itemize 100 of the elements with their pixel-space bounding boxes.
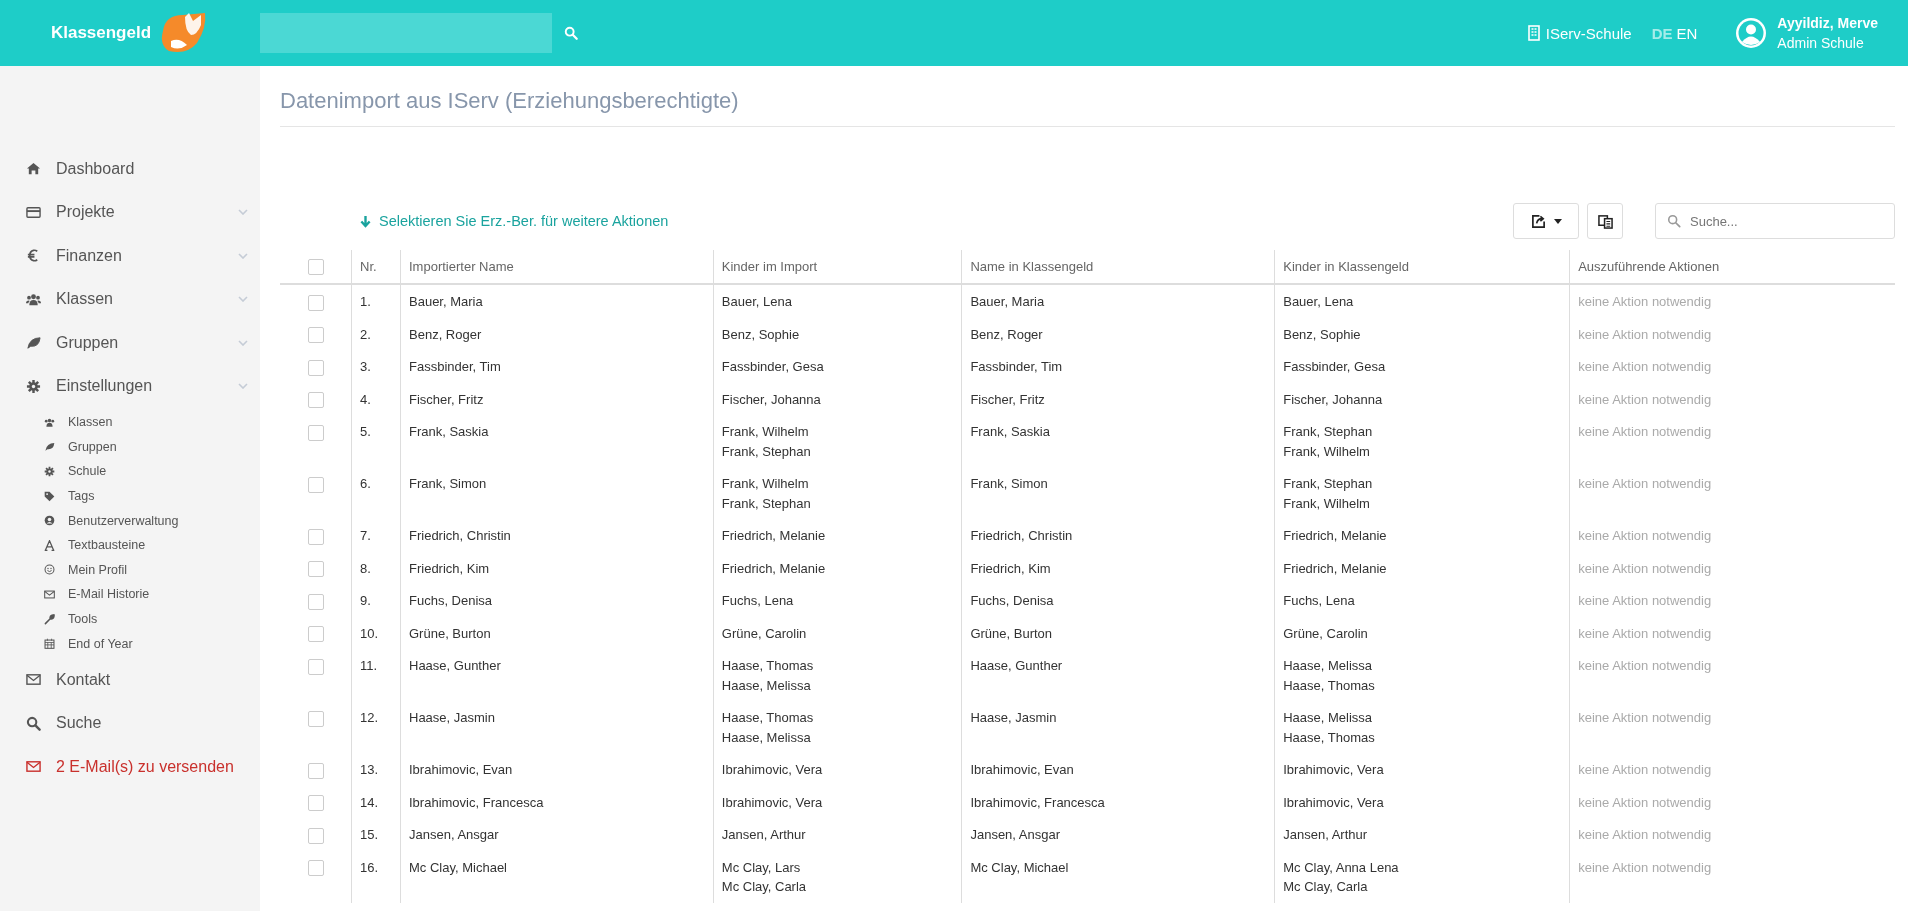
sidebar-item[interactable]: Gruppen: [0, 321, 260, 365]
klassengeld-name: Friedrich, Christin: [970, 528, 1073, 543]
child-name: Friedrich, Melanie: [1283, 528, 1387, 543]
imported-name: Bauer, Maria: [409, 294, 483, 309]
row-checkbox[interactable]: [307, 327, 324, 344]
row-number: 2.: [360, 326, 371, 342]
column-header[interactable]: Importierter Name: [409, 259, 514, 274]
action-text: keine Aktion notwendig: [1578, 762, 1712, 777]
row-checkbox[interactable]: [307, 476, 324, 493]
column-header[interactable]: Nr.: [360, 259, 377, 274]
sidebar-item[interactable]: Kontakt: [0, 657, 260, 702]
row-checkbox[interactable]: [307, 593, 324, 610]
imported-name: Ibrahimovic, Evan: [409, 762, 513, 777]
chevron-down-icon[interactable]: [238, 209, 248, 216]
action-text: keine Aktion notwendig: [1578, 326, 1712, 342]
submenu-item[interactable]: End of Year: [44, 631, 260, 656]
sidebar-item[interactable]: Finanzen: [0, 234, 260, 278]
select-all-checkbox[interactable]: [307, 258, 324, 275]
child-name: Fuchs, Lena: [1283, 593, 1355, 608]
child-name: Ibrahimovic, Vera: [721, 762, 823, 777]
submenu-item[interactable]: Klassen: [44, 410, 260, 435]
imported-name: Fassbinder, Tim: [409, 359, 501, 374]
child-name: Friedrich, Melanie: [1283, 560, 1387, 576]
child-name: Fischer, Johanna: [1283, 391, 1383, 407]
gear-icon: [26, 378, 41, 394]
sidebar-item[interactable]: 2 E-Mail(s) zu versenden: [0, 744, 260, 789]
sidebar-item[interactable]: Dashboard: [0, 147, 260, 191]
column-header[interactable]: Kinder im Import: [721, 259, 818, 274]
search-field[interactable]: [260, 13, 552, 53]
export-dropdown-button[interactable]: [1513, 203, 1579, 239]
row-checkbox[interactable]: [307, 795, 324, 812]
avatar-icon[interactable]: [1735, 17, 1768, 49]
submenu-item[interactable]: Schule: [44, 459, 260, 484]
row-checkbox[interactable]: [307, 359, 324, 376]
chevron-down-icon[interactable]: [238, 296, 248, 303]
child-name: Haase, Thomas: [721, 710, 814, 725]
row-checkbox[interactable]: [307, 626, 324, 643]
calendar-icon: [44, 638, 55, 650]
chevron-down-icon[interactable]: [238, 383, 248, 390]
row-checkbox[interactable]: [307, 710, 324, 727]
child-name: Fischer, Johanna: [721, 391, 821, 407]
home-icon: [26, 161, 41, 177]
row-checkbox[interactable]: [307, 528, 324, 545]
action-text: keine Aktion notwendig: [1578, 593, 1712, 608]
columns-toggle-button[interactable]: [1587, 203, 1623, 239]
column-header[interactable]: Name in Klassengeld: [970, 259, 1094, 274]
share-icon: [1530, 213, 1546, 229]
caret-icon: [1553, 218, 1562, 224]
sidebar-item[interactable]: Suche: [0, 701, 260, 745]
child-name: Frank, Wilhelm: [1283, 495, 1370, 511]
child-name: Frank, Wilhelm: [721, 476, 809, 491]
klassengeld-name: Jansen, Ansgar: [970, 827, 1061, 842]
row-checkbox[interactable]: [307, 424, 324, 441]
column-header[interactable]: Kinder in Klassengeld: [1283, 259, 1409, 274]
imported-name: Frank, Simon: [409, 476, 487, 491]
child-name: Haase, Thomas: [721, 658, 814, 673]
submenu-item[interactable]: Gruppen: [44, 434, 260, 460]
child-name: Frank, Stephan: [721, 495, 811, 511]
imported-name: Friedrich, Christin: [409, 528, 511, 543]
submenu-item[interactable]: Mein Profil: [44, 557, 260, 583]
action-text: keine Aktion notwendig: [1578, 424, 1712, 439]
action-text: keine Aktion notwendig: [1578, 294, 1712, 309]
chevron-down-icon[interactable]: [238, 339, 248, 346]
sidebar-item[interactable]: Projekte: [0, 190, 260, 234]
leaf-icon: [26, 335, 41, 351]
child-name: Fuchs, Lena: [721, 593, 794, 608]
klassengeld-name: Grüne, Burton: [970, 625, 1053, 641]
row-checkbox[interactable]: [307, 860, 324, 877]
klassengeld-name: Bauer, Maria: [970, 294, 1045, 309]
submenu-item[interactable]: Tools: [44, 606, 260, 632]
row-number: 9.: [360, 593, 371, 608]
row-checkbox[interactable]: [307, 561, 324, 578]
page-title: Datenimport aus IServ (Erziehungsberechtigte): [280, 66, 1895, 127]
row-number: 10.: [360, 625, 379, 641]
row-checkbox[interactable]: [307, 294, 324, 311]
row-checkbox[interactable]: [307, 392, 324, 409]
chevron-down-icon[interactable]: [238, 252, 248, 259]
search-icon[interactable]: [564, 26, 578, 40]
row-number: 16.: [360, 859, 379, 875]
sidebar-item[interactable]: Klassen: [0, 277, 260, 321]
child-name: Haase, Thomas: [1283, 729, 1375, 745]
sidebar-item[interactable]: Einstellungen: [0, 364, 260, 408]
column-header[interactable]: Auszuführende Aktionen: [1578, 259, 1720, 274]
action-text: keine Aktion notwendig: [1578, 794, 1712, 810]
submenu-item[interactable]: Textbausteine: [44, 532, 260, 558]
child-name: Bauer, Lena: [1283, 294, 1354, 309]
child-name: Haase, Melissa: [1283, 710, 1373, 725]
row-number: 11.: [360, 658, 378, 673]
submenu-item[interactable]: Tags: [44, 483, 260, 509]
child-name: Grüne, Carolin: [1283, 625, 1368, 641]
submenu-item[interactable]: E-Mail Historie: [44, 582, 260, 607]
action-text: keine Aktion notwendig: [1578, 391, 1712, 407]
submenu-item[interactable]: Benutzerverwaltung: [44, 508, 260, 533]
row-checkbox[interactable]: [307, 827, 324, 844]
child-name: Bauer, Lena: [721, 294, 792, 309]
table-search-field[interactable]: Suche...: [1655, 203, 1895, 239]
child-name: Benz, Sophie: [721, 326, 800, 342]
klassengeld-name: Ibrahimovic, Francesca: [970, 794, 1105, 810]
row-checkbox[interactable]: [307, 762, 324, 779]
row-checkbox[interactable]: [307, 658, 324, 675]
